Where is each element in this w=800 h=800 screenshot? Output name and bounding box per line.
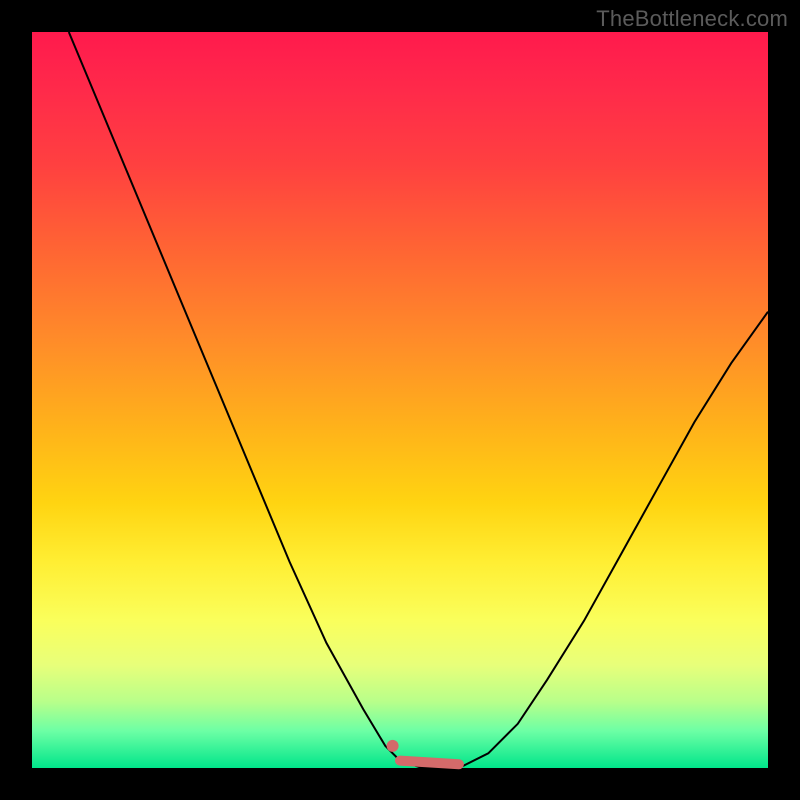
watermark-text: TheBottleneck.com (596, 6, 788, 32)
bottleneck-chart-svg (32, 32, 768, 768)
bottleneck-curve (69, 32, 768, 768)
marker-segment (400, 761, 459, 765)
marker-dot-icon (387, 740, 399, 752)
chart-area (32, 32, 768, 768)
